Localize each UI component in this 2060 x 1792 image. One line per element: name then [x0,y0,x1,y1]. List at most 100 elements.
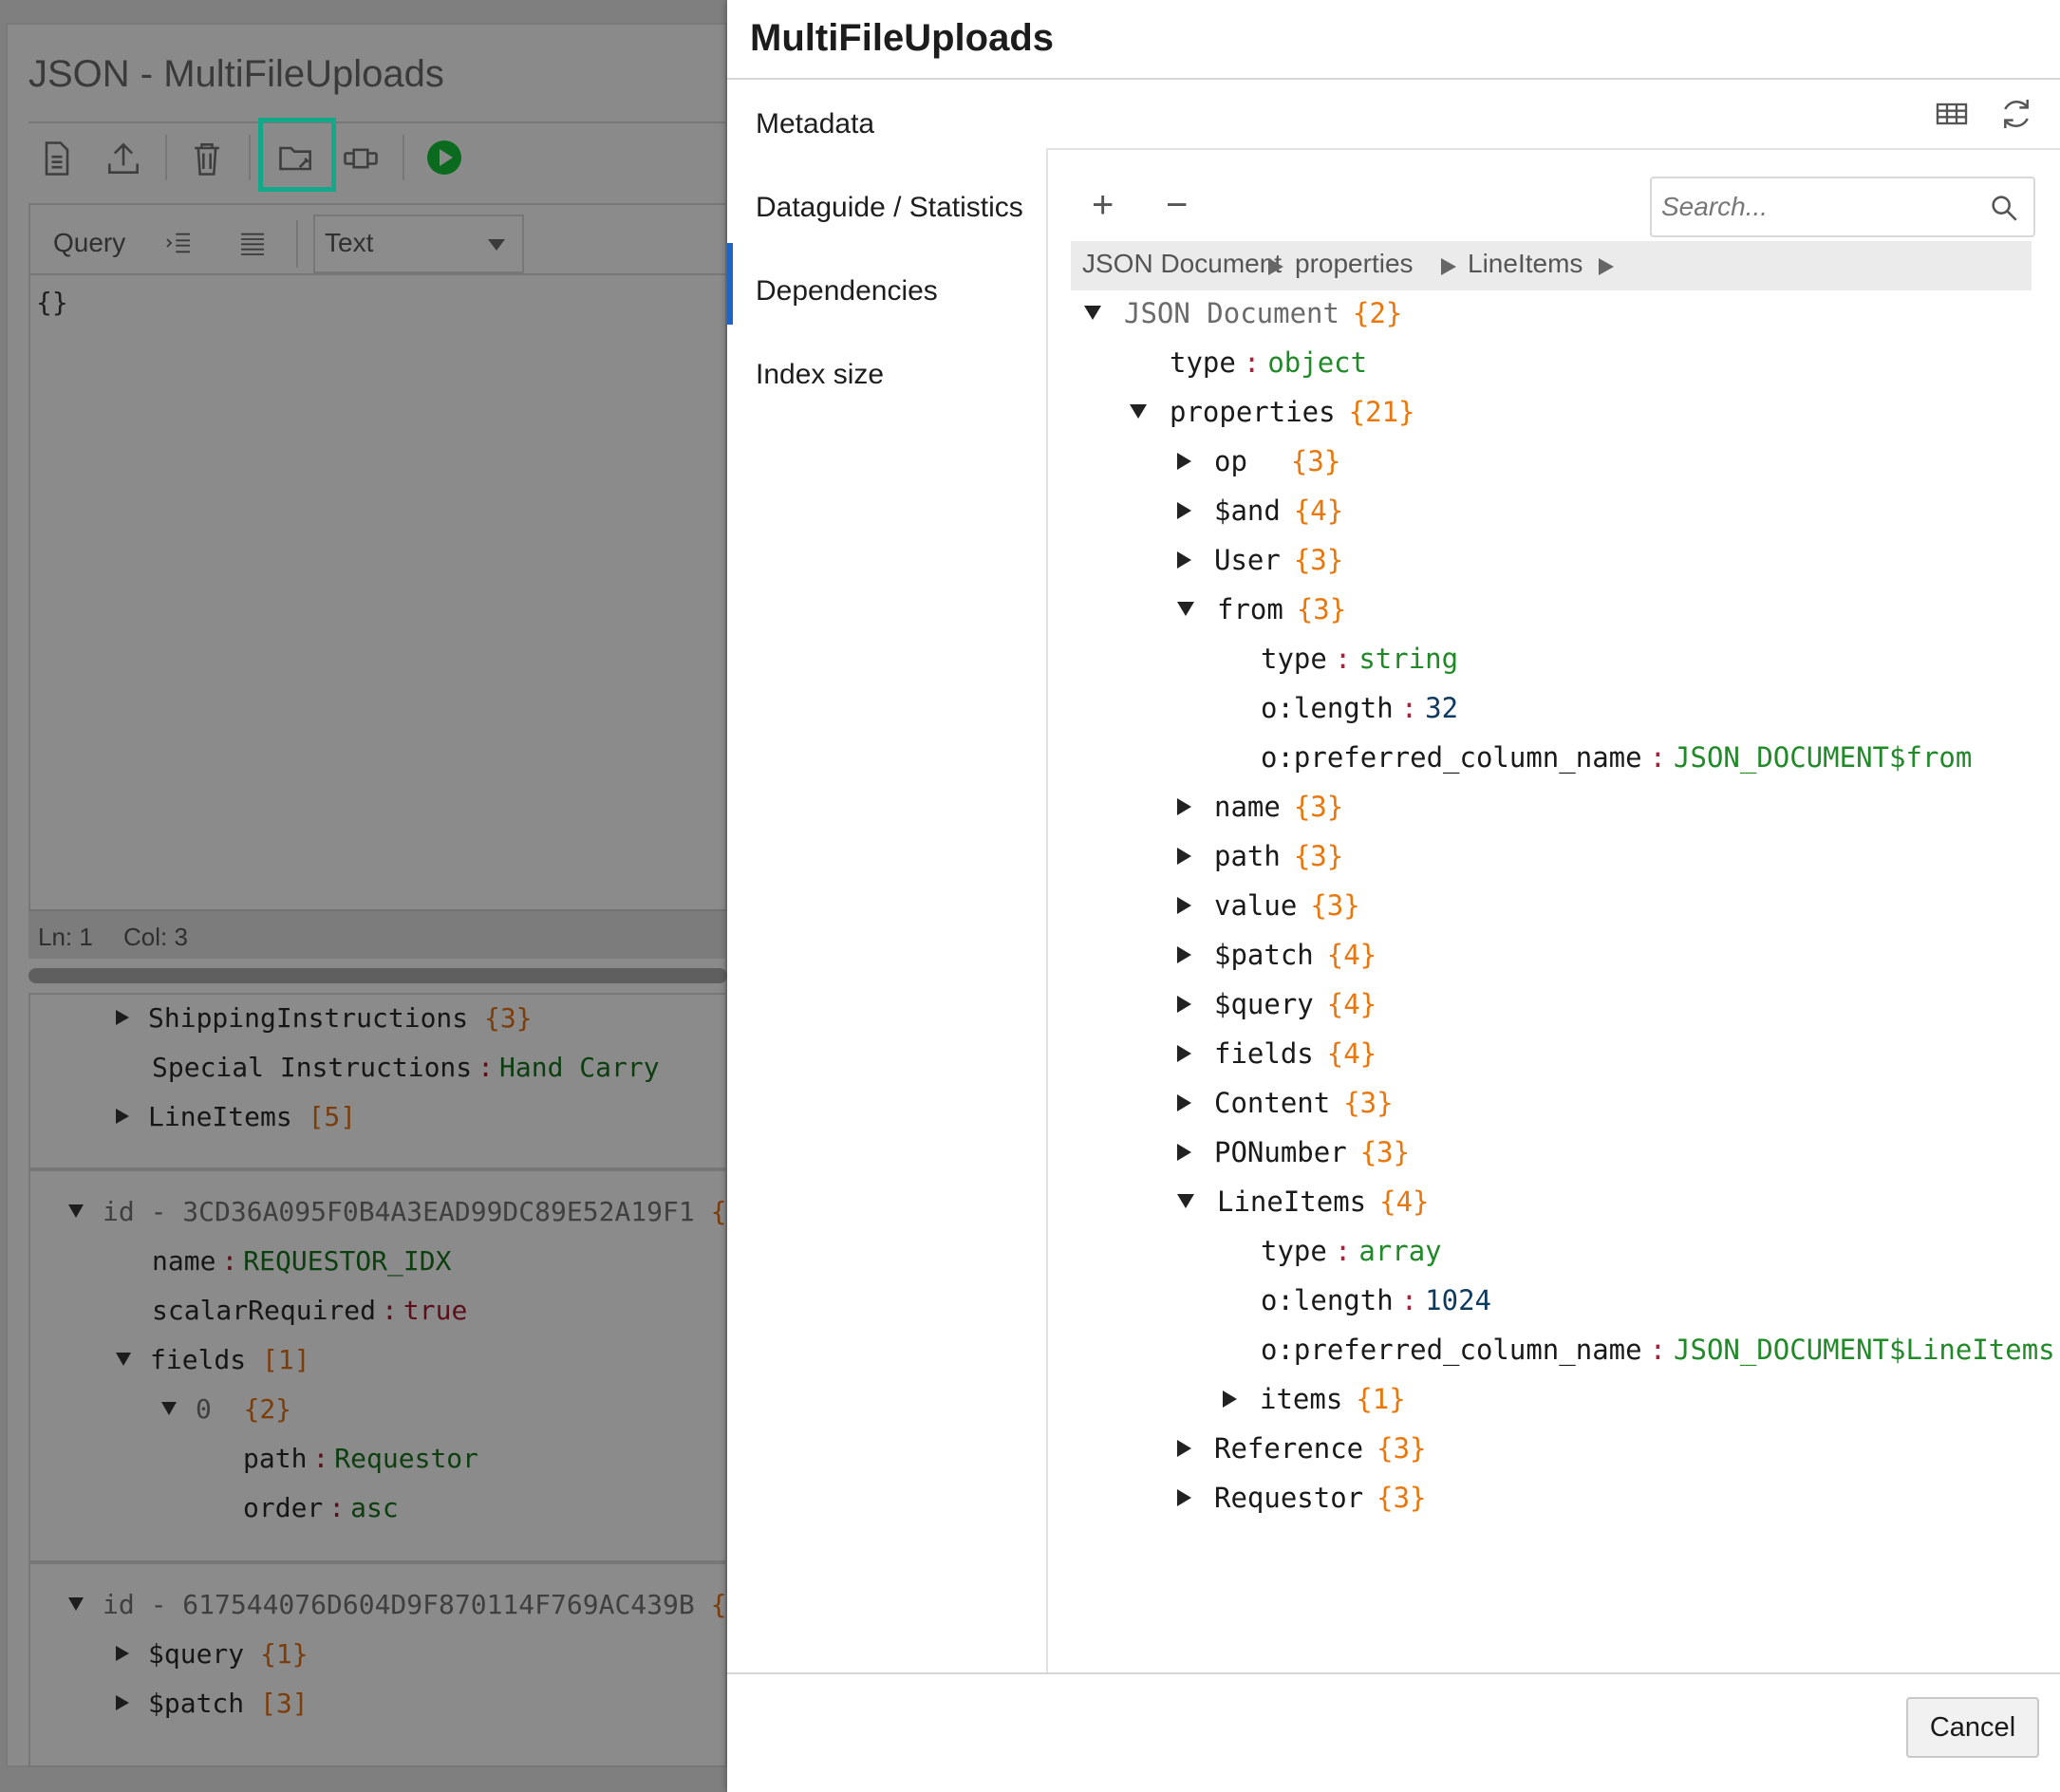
expand-arrow-icon[interactable] [1177,453,1191,470]
nav-item-index-size[interactable]: Index size [756,359,884,391]
dialog-title: MultiFileUploads [750,17,1054,59]
tree-node: type: object [1170,346,1368,379]
tree-node[interactable]: op {3} [1177,444,1340,478]
result-card: ShippingInstructions {3} Special Instruc… [28,993,727,1169]
nav-item-dependencies[interactable]: Dependencies [756,275,938,308]
tree-node[interactable]: fields {4} [1177,1036,1376,1071]
collapse-arrow-icon[interactable] [161,1402,177,1415]
divider [1046,148,2060,150]
breadcrumb-item[interactable]: LineItems [1468,249,1582,279]
collapse-arrow-icon[interactable] [68,1597,84,1611]
tree-node-root[interactable]: JSON Document {2} [1084,296,1402,330]
breadcrumb-arrow-icon [1268,258,1283,275]
expand-arrow-icon[interactable] [1177,1440,1191,1457]
expand-arrow-icon[interactable] [1177,551,1191,569]
expand-arrow-icon[interactable] [1177,996,1191,1013]
run-button[interactable] [427,140,461,175]
tree-node[interactable]: id - 3CD36A095F0B4A3EAD99DC89E52A19F1 {3… [68,1196,758,1227]
tree-node: order: asc [243,1492,399,1523]
expand-all-button[interactable]: + [1092,186,1114,224]
index-icon[interactable] [338,138,384,179]
trash-icon[interactable] [184,138,230,179]
tree-node[interactable]: fields [1] [116,1344,310,1375]
tree-node: name: REQUESTOR_IDX [152,1245,452,1277]
breadcrumb-item[interactable]: JSON Document [1082,249,1282,279]
expand-arrow-icon[interactable] [1177,1045,1191,1062]
nav-active-indicator [727,243,733,325]
tree-node[interactable]: Content {3} [1177,1086,1394,1120]
toolbar-divider [403,135,404,180]
result-card: id - 3CD36A095F0B4A3EAD99DC89E52A19F1 {3… [28,1169,758,1562]
breadcrumb-arrow-icon [1599,258,1614,275]
horizontal-scrollbar[interactable] [28,968,727,983]
divider [28,121,727,123]
indent-icon[interactable] [161,228,196,258]
tree-node[interactable]: id - 617544076D604D9F870114F769AC439B {2… [68,1589,758,1620]
tree-node[interactable]: User {3} [1177,543,1343,577]
tree-node: Special Instructions: Hand Carry [152,1052,660,1083]
expand-arrow-icon[interactable] [1177,1144,1191,1161]
tree-node[interactable]: PONumber {3} [1177,1135,1410,1169]
nav-item-dataguide-statistics[interactable]: Dataguide / Statistics [756,192,1023,224]
search-icon[interactable] [1988,192,2020,224]
tree-node[interactable]: $patch [3] [116,1688,309,1719]
tree-node[interactable]: from {3} [1177,592,1346,626]
tree-node[interactable]: value {3} [1177,888,1360,923]
expand-arrow-icon[interactable] [1177,897,1191,914]
toolbar-divider [249,135,251,180]
dialog-nav: Metadata Dataguide / Statistics Dependen… [727,80,1046,1674]
divider [1046,148,1048,1674]
tree-node[interactable]: path {3} [1177,839,1343,873]
upload-icon[interactable] [101,138,146,179]
collapse-arrow-icon[interactable] [1177,602,1194,616]
tree-node[interactable]: $patch {4} [1177,938,1376,972]
new-document-icon[interactable] [34,138,80,179]
expand-arrow-icon[interactable] [1177,946,1191,963]
collapse-arrow-icon[interactable] [1177,1194,1194,1208]
result-card: id - 617544076D604D9F870114F769AC439B {2… [28,1562,758,1767]
tree-node[interactable]: LineItems {4} [1177,1185,1430,1219]
expand-arrow-icon[interactable] [116,1109,129,1124]
tree-node[interactable]: name {3} [1177,790,1343,824]
tree-node[interactable]: $query {1} [116,1638,309,1670]
tree-node: path: Requestor [243,1443,479,1474]
query-editor[interactable] [28,203,727,959]
chevron-down-icon[interactable] [488,239,505,251]
tree-node[interactable]: Reference {3} [1177,1431,1427,1465]
tree-node: scalarRequired: true [152,1295,468,1326]
expand-arrow-icon[interactable] [116,1646,129,1661]
collapse-arrow-icon[interactable] [68,1204,84,1218]
expand-arrow-icon[interactable] [1223,1391,1237,1408]
expand-arrow-icon[interactable] [1177,798,1191,815]
collapse-arrow-icon[interactable] [1084,306,1101,320]
expand-arrow-icon[interactable] [116,1010,129,1025]
toolbar-divider [165,135,167,180]
expand-arrow-icon[interactable] [1177,848,1191,865]
search-input[interactable] [1661,186,1975,228]
tree-node: o:preferred_column_name: JSON_DOCUMENT$fr… [1261,741,1973,774]
tree-node[interactable]: Requestor {3} [1177,1481,1427,1515]
tree-node[interactable]: LineItems [5] [116,1101,356,1132]
tree-node[interactable]: items {1} [1223,1382,1406,1416]
table-view-icon[interactable] [1933,95,1971,133]
breadcrumb-item[interactable]: properties [1295,249,1414,279]
editor-text: {} [36,287,68,318]
format-lines-icon[interactable] [235,228,270,258]
tree-node[interactable]: 0 {2} [161,1393,291,1425]
collapse-arrow-icon[interactable] [1130,404,1147,419]
collapse-all-button[interactable]: − [1166,186,1188,224]
cancel-button[interactable]: Cancel [1906,1697,2039,1758]
expand-arrow-icon[interactable] [1177,1094,1191,1111]
expand-arrow-icon[interactable] [1177,1489,1191,1506]
status-bar: Ln: 1 Col: 3 [28,909,727,959]
nav-item-metadata[interactable]: Metadata [756,108,874,140]
expand-arrow-icon[interactable] [116,1695,129,1710]
tree-node[interactable]: ShippingInstructions {3} [116,1002,533,1034]
tree-node[interactable]: $query {4} [1177,987,1376,1021]
tree-node: type: string [1261,643,1459,675]
tree-node-properties[interactable]: properties {21} [1130,395,1414,429]
expand-arrow-icon[interactable] [1177,502,1191,519]
collapse-arrow-icon[interactable] [116,1353,131,1366]
tree-node[interactable]: $and {4} [1177,494,1343,528]
refresh-icon[interactable] [1997,95,2035,133]
